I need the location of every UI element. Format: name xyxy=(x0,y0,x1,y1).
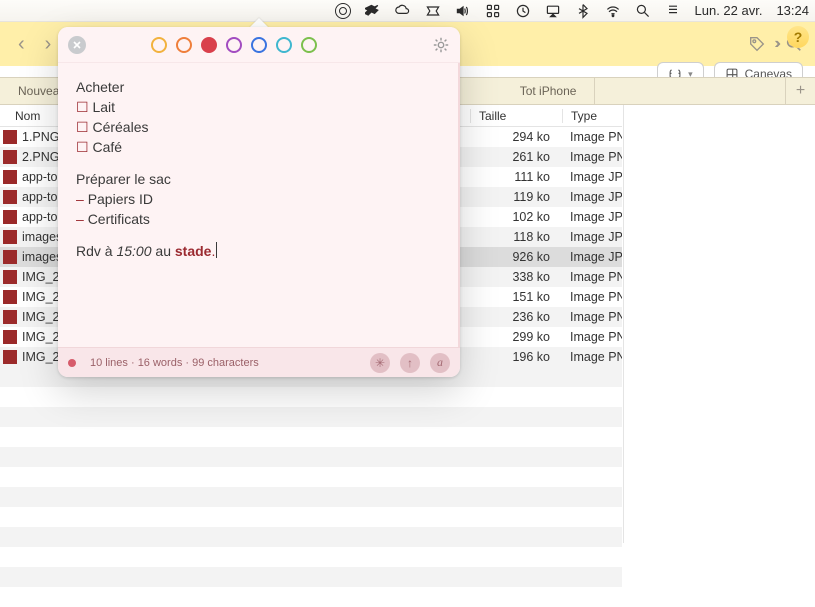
menubar-wifi-icon[interactable] xyxy=(605,3,621,19)
note-footer-star-button[interactable]: ✳ xyxy=(370,353,390,373)
file-size: 196 ko xyxy=(470,350,562,364)
file-type: Image JP xyxy=(562,250,622,264)
col-header-type[interactable]: Type xyxy=(562,109,622,123)
file-type: Image JP xyxy=(562,230,622,244)
note-footer-up-button[interactable]: ↑ xyxy=(400,353,420,373)
menubar-airplay-icon[interactable] xyxy=(545,3,561,19)
file-icon xyxy=(3,130,17,144)
finder-preview-panel xyxy=(623,105,815,543)
note-check-3: Café xyxy=(92,139,122,155)
note-color-palette xyxy=(151,37,317,53)
file-type: Image JP xyxy=(562,210,622,224)
file-icon xyxy=(3,170,17,184)
tag-icon[interactable] xyxy=(748,35,766,53)
file-icon xyxy=(3,290,17,304)
file-type: Image JP xyxy=(562,170,622,184)
menubar-volume-icon[interactable] xyxy=(455,3,471,19)
note-line-mid: au xyxy=(152,243,175,259)
file-type: Image PN xyxy=(562,330,622,344)
file-size: 119 ko xyxy=(470,190,562,204)
note-status-dot xyxy=(68,359,76,367)
note-toolbar xyxy=(58,27,460,63)
note-footer: 10 lines · 16 words · 99 characters ✳ ↑ … xyxy=(58,347,460,377)
file-type: Image PN xyxy=(562,350,622,364)
file-size: 338 ko xyxy=(470,270,562,284)
note-color-swatch[interactable] xyxy=(201,37,217,53)
menubar-cloud-icon[interactable] xyxy=(395,3,411,19)
menubar-dropbox-icon[interactable] xyxy=(365,3,381,19)
file-type: Image PN xyxy=(562,150,622,164)
file-type: Image JP xyxy=(562,190,622,204)
file-icon xyxy=(3,330,17,344)
mac-menu-bar: Lun. 22 avr. 13:24 xyxy=(0,0,815,22)
note-dash-1: Papiers ID xyxy=(88,191,153,207)
menubar-spotlight-icon[interactable] xyxy=(635,3,651,19)
note-footer-format-button[interactable]: a xyxy=(430,353,450,373)
note-heading-1: Acheter xyxy=(76,77,440,97)
file-size: 926 ko xyxy=(470,250,562,264)
menubar-keyboard-icon[interactable] xyxy=(485,3,501,19)
note-color-swatch[interactable] xyxy=(176,37,192,53)
note-stats: 10 lines · 16 words · 99 characters xyxy=(90,357,259,369)
file-type: Image PN xyxy=(562,290,622,304)
file-icon xyxy=(3,270,17,284)
note-line-place: stade xyxy=(175,243,212,259)
more-actions[interactable]: ›› xyxy=(774,35,777,53)
note-popup: Acheter ☐ Lait ☐ Céréales ☐ Café Prépare… xyxy=(58,27,460,377)
note-line-time: 15:00 xyxy=(116,243,151,259)
menubar-bluetooth-icon[interactable] xyxy=(575,3,591,19)
nav-back[interactable]: ‹ xyxy=(12,34,31,54)
finder-tab-2[interactable]: Tot iPhone xyxy=(502,78,596,104)
file-icon xyxy=(3,190,17,204)
menubar-notifications-icon[interactable] xyxy=(665,3,681,19)
file-icon xyxy=(3,150,17,164)
note-line-dot: . xyxy=(211,243,215,259)
note-check-2: Céréales xyxy=(92,119,148,135)
note-heading-2: Préparer le sac xyxy=(76,169,440,189)
file-icon xyxy=(3,250,17,264)
menubar-date[interactable]: Lun. 22 avr. xyxy=(695,3,763,18)
note-body[interactable]: Acheter ☐ Lait ☐ Céréales ☐ Café Prépare… xyxy=(58,63,460,347)
finder-add-tab[interactable]: + xyxy=(785,78,815,104)
file-type: Image PN xyxy=(562,310,622,324)
file-size: 294 ko xyxy=(470,130,562,144)
text-cursor xyxy=(216,242,217,258)
file-type: Image PN xyxy=(562,270,622,284)
note-color-swatch[interactable] xyxy=(276,37,292,53)
file-size: 261 ko xyxy=(470,150,562,164)
col-header-size[interactable]: Taille xyxy=(470,109,562,123)
file-icon xyxy=(3,310,17,324)
note-dash-2: Certificats xyxy=(88,211,150,227)
note-settings-button[interactable] xyxy=(432,36,450,54)
file-size: 236 ko xyxy=(470,310,562,324)
note-close-button[interactable] xyxy=(68,36,86,54)
file-size: 111 ko xyxy=(470,170,562,184)
menubar-time[interactable]: 13:24 xyxy=(776,3,809,18)
note-line-pre: Rdv à xyxy=(76,243,116,259)
help-button[interactable]: ? xyxy=(787,26,809,48)
file-type: Image PN xyxy=(562,130,622,144)
file-size: 151 ko xyxy=(470,290,562,304)
note-color-swatch[interactable] xyxy=(251,37,267,53)
note-color-swatch[interactable] xyxy=(226,37,242,53)
file-size: 102 ko xyxy=(470,210,562,224)
note-color-swatch[interactable] xyxy=(301,37,317,53)
file-icon xyxy=(3,350,17,364)
note-check-1: Lait xyxy=(92,99,115,115)
file-size: 299 ko xyxy=(470,330,562,344)
file-icon xyxy=(3,210,17,224)
note-color-swatch[interactable] xyxy=(151,37,167,53)
menubar-backup-icon[interactable] xyxy=(515,3,531,19)
file-size: 118 ko xyxy=(470,230,562,244)
menubar-focus-icon[interactable] xyxy=(335,3,351,19)
menubar-tray-icon[interactable] xyxy=(425,3,441,19)
file-icon xyxy=(3,230,17,244)
nav-forward[interactable]: › xyxy=(39,34,58,54)
